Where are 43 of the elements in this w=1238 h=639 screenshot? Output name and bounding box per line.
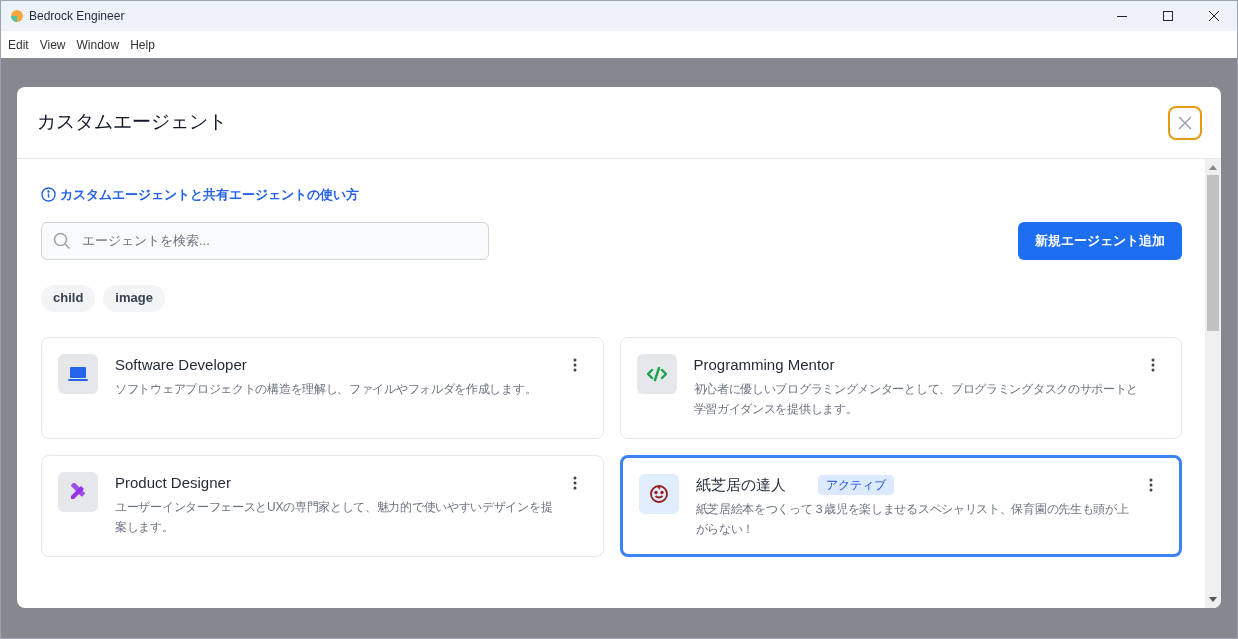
more-icon xyxy=(1149,477,1153,492)
maximize-icon xyxy=(1163,11,1173,21)
app-logo-icon xyxy=(11,10,23,22)
more-icon xyxy=(1151,357,1155,372)
laptop-icon xyxy=(68,365,88,382)
scrollbar[interactable] xyxy=(1205,159,1221,608)
scroll-up-icon xyxy=(1209,165,1217,170)
pencil-ruler-icon xyxy=(69,482,87,501)
info-icon xyxy=(41,187,56,203)
agent-description: 紙芝居絵本をつくって３歳児を楽しませるスペシャリスト、保育園の先生も頭が上がらない！ xyxy=(695,501,1130,538)
agent-name: Programming Mentor xyxy=(693,354,835,375)
more-icon xyxy=(572,475,577,490)
menu-item[interactable]: Help xyxy=(130,35,155,54)
agent-description: ソフトウェアプロジェクトの構造を理解し、ファイルやフォルダを作成します。 xyxy=(115,381,538,398)
tag-chip[interactable]: child xyxy=(41,284,96,312)
agent-card[interactable]: Product Designer ユーザーインターフェースとUXの専門家として、魅力的で使いやすいデザインを提案します。 xyxy=(41,454,604,557)
dialog-title: カスタムエージェント xyxy=(37,110,227,135)
agent-description: 初心者に優しいプログラミングメンターとして、プログラミングタスクのサポートと学習ガイダンスを提供します。 xyxy=(693,381,1140,418)
agent-name: 紙芝居の達人 xyxy=(695,474,786,495)
close-icon xyxy=(1209,11,1219,21)
more-icon xyxy=(572,357,577,372)
help-link[interactable]: カスタムエージェントと共有エージェントの使い方 xyxy=(60,185,359,205)
search-field[interactable]: エージェントを検索... xyxy=(41,221,489,260)
add-agent-button[interactable]: 新規エージェント追加 xyxy=(1018,221,1182,260)
close-icon xyxy=(1178,115,1192,130)
scroll-thumb[interactable] xyxy=(1207,175,1219,331)
agent-name: Software Developer xyxy=(115,354,247,375)
scroll-down-icon xyxy=(1209,597,1217,602)
window-title: Bedrock Engineer xyxy=(29,8,125,25)
agent-name: Product Designer xyxy=(115,472,231,493)
code-icon xyxy=(646,365,667,382)
menu-item[interactable]: Window xyxy=(76,35,120,54)
menu-item[interactable]: Edit xyxy=(8,35,29,54)
search-icon xyxy=(53,231,71,250)
agent-card[interactable]: 紙芝居の達人 アクティブ 紙芝居絵本をつくって３歳児を楽しませるスペシャリスト、保育園の先生も頭が上がらない！ xyxy=(619,454,1182,557)
agent-description: ユーザーインターフェースとUXの専門家として、魅力的で使いやすいデザインを提案します。 xyxy=(115,499,554,536)
minimize-icon xyxy=(1117,15,1127,17)
smiley-icon xyxy=(648,483,669,504)
agent-card[interactable]: Software Developer ソフトウェアプロジェクトの構造を理解し、ファイルやフォルダを作成します。 xyxy=(41,336,604,439)
tag-chip[interactable]: image xyxy=(103,284,165,312)
agent-card[interactable]: Programming Mentor 初心者に優しいプログラミングメンターとして、プログラミングタスクのサポートと学習ガイダンスを提供します。 xyxy=(619,336,1182,439)
menu-item[interactable]: View xyxy=(39,35,66,54)
active-badge: アクティブ xyxy=(817,474,894,495)
